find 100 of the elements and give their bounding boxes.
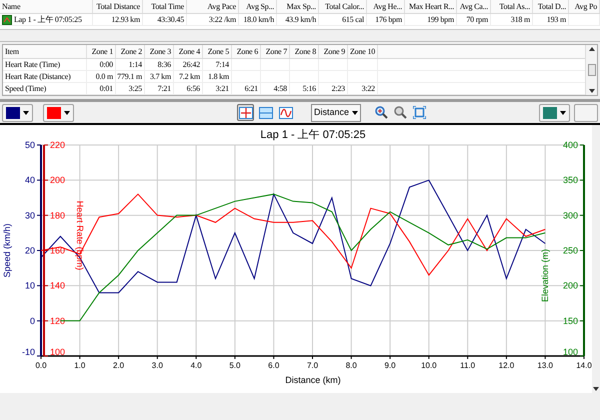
table-cell: 3:22 /km xyxy=(208,14,236,26)
color-picker[interactable] xyxy=(43,104,74,122)
axis-tick-label: 150 xyxy=(562,316,578,326)
table-cell: 4:58 xyxy=(274,82,287,94)
column-header[interactable]: Max Heart R... xyxy=(405,0,457,13)
axis-tick-label: 13.0 xyxy=(537,361,553,370)
table-cell: 43:30.45 xyxy=(157,14,184,26)
table-cell: 8:36 xyxy=(158,58,171,70)
table-cell: 318 m xyxy=(510,14,530,26)
color-picker[interactable] xyxy=(2,104,33,122)
down-arrow-icon xyxy=(593,387,599,391)
fit-icon[interactable] xyxy=(413,106,426,119)
table-cell: 7.2 km xyxy=(178,70,200,82)
axis-tick-label: 7.0 xyxy=(306,361,318,370)
column-header[interactable]: Total As... xyxy=(491,0,533,13)
axis-tick-label: 8.0 xyxy=(346,361,357,370)
column-header[interactable]: Zone 1 xyxy=(87,45,116,58)
column-header[interactable]: Zone 7 xyxy=(261,45,290,58)
table-cell: 615 cal xyxy=(342,14,364,26)
axis-tick-label: 30 xyxy=(24,210,35,220)
caret-icon xyxy=(352,110,358,114)
stacked-panels-icon xyxy=(258,106,272,118)
column-header[interactable]: Zone 2 xyxy=(116,45,145,58)
axis-tick-label: 14.0 xyxy=(576,361,592,370)
axis-tick-label: 140 xyxy=(50,280,66,291)
column-header[interactable]: Avg Pace xyxy=(187,0,239,13)
axis-tick-label: 100 xyxy=(562,347,578,357)
table-cell: 1:14 xyxy=(128,58,142,70)
table-cell: 12.93 km xyxy=(111,14,140,26)
zoom-out-icon[interactable] xyxy=(394,106,407,119)
table-cell: 176 bpm xyxy=(375,14,402,26)
zoom-in-icon[interactable] xyxy=(375,106,388,119)
column-header[interactable]: Zone 5 xyxy=(203,45,232,58)
column-header[interactable]: Zone 8 xyxy=(290,45,319,58)
up-arrow-icon xyxy=(588,47,594,51)
column-header[interactable]: Avg Sp... xyxy=(239,0,277,13)
table-cell: 3:22 xyxy=(362,82,375,94)
axis-tick-label: 10 xyxy=(24,280,35,291)
axis-tick-label: 250 xyxy=(562,246,578,256)
column-header[interactable]: Avg Ca... xyxy=(457,0,491,13)
table-cell: 779.1 m xyxy=(117,70,142,82)
scrollbar[interactable] xyxy=(592,125,600,393)
column-header[interactable]: Zone 3 xyxy=(145,45,174,58)
column-header[interactable]: Total Time xyxy=(143,0,187,13)
axis-tick-label: 50 xyxy=(24,140,35,150)
table-cell: 70 rpm xyxy=(466,14,488,26)
wave-chart-icon xyxy=(278,106,292,118)
table-cell: 2:23 xyxy=(332,82,345,94)
table-cell: 3.7 km xyxy=(150,70,171,82)
axis-tick-label: 300 xyxy=(562,210,578,220)
column-header[interactable]: Zone 10 xyxy=(348,45,378,58)
axis-tick-label: 220 xyxy=(50,140,66,150)
axis-tick-label: 120 xyxy=(50,316,66,326)
column-header[interactable]: Total Calor... xyxy=(319,0,367,13)
axis-title: Elevation (m) xyxy=(540,249,550,302)
table-cell: 6:56 xyxy=(186,82,200,94)
axis-tick-label: 12.0 xyxy=(498,361,514,370)
axis-dropdown[interactable]: Distance xyxy=(311,104,361,122)
table-cell: Heart Rate (Distance) xyxy=(5,70,71,82)
axis-tick-label: 100 xyxy=(50,347,66,357)
view-button[interactable] xyxy=(257,104,274,121)
axis-tick-label: 6.0 xyxy=(268,361,280,370)
column-header[interactable]: Zone 6 xyxy=(232,45,261,58)
column-header[interactable]: Zone 4 xyxy=(174,45,203,58)
scrollbar[interactable] xyxy=(585,45,597,95)
axis-title: Heart Rate (bpm) xyxy=(75,200,85,270)
caret-icon xyxy=(64,110,70,114)
table-cell: 26:42 xyxy=(182,58,200,70)
axis-tick-label: 10.0 xyxy=(421,361,437,370)
column-header[interactable]: Max Sp... xyxy=(277,0,319,13)
lap-icon xyxy=(2,14,12,24)
table-cell: 18.0 km/h xyxy=(243,14,274,26)
column-header[interactable]: Avg He... xyxy=(367,0,405,13)
color-picker[interactable] xyxy=(539,104,570,122)
table-cell: Heart Rate (Time) xyxy=(5,58,60,70)
axis-tick-label: 20 xyxy=(24,246,35,256)
table-cell: 5:16 xyxy=(302,82,316,94)
table-cell: 0:01 xyxy=(100,82,113,94)
axis-title: Speed (km/h) xyxy=(2,223,12,278)
table-cell: Lap 1 - 上午 07:05:25 xyxy=(14,14,82,26)
table-cell: 1.8 km xyxy=(208,70,229,82)
column-header[interactable]: Avg Po xyxy=(569,0,600,13)
view-button[interactable] xyxy=(237,104,254,121)
caret-icon xyxy=(23,110,29,114)
axis-tick-label: 200 xyxy=(50,175,66,186)
axis-tick-label: 0.0 xyxy=(35,361,47,370)
axis-tick-label: 40 xyxy=(24,175,35,186)
table-cell: 193 m xyxy=(546,14,566,26)
column-header[interactable]: Total Distance xyxy=(93,0,143,13)
axis-tick-label: 4.0 xyxy=(190,361,202,370)
column-header[interactable]: Name xyxy=(0,0,93,13)
axis-tick-label: 180 xyxy=(50,210,66,220)
column-header[interactable]: Item xyxy=(3,45,87,58)
axis-tick-label: 350 xyxy=(562,175,578,186)
axis-title: Distance (km) xyxy=(285,375,341,385)
scrollbar-thumb[interactable] xyxy=(588,64,596,76)
view-button[interactable] xyxy=(277,104,294,121)
table-cell: 0:00 xyxy=(100,58,113,70)
column-header[interactable]: Total D... xyxy=(533,0,569,13)
column-header[interactable]: Zone 9 xyxy=(319,45,348,58)
